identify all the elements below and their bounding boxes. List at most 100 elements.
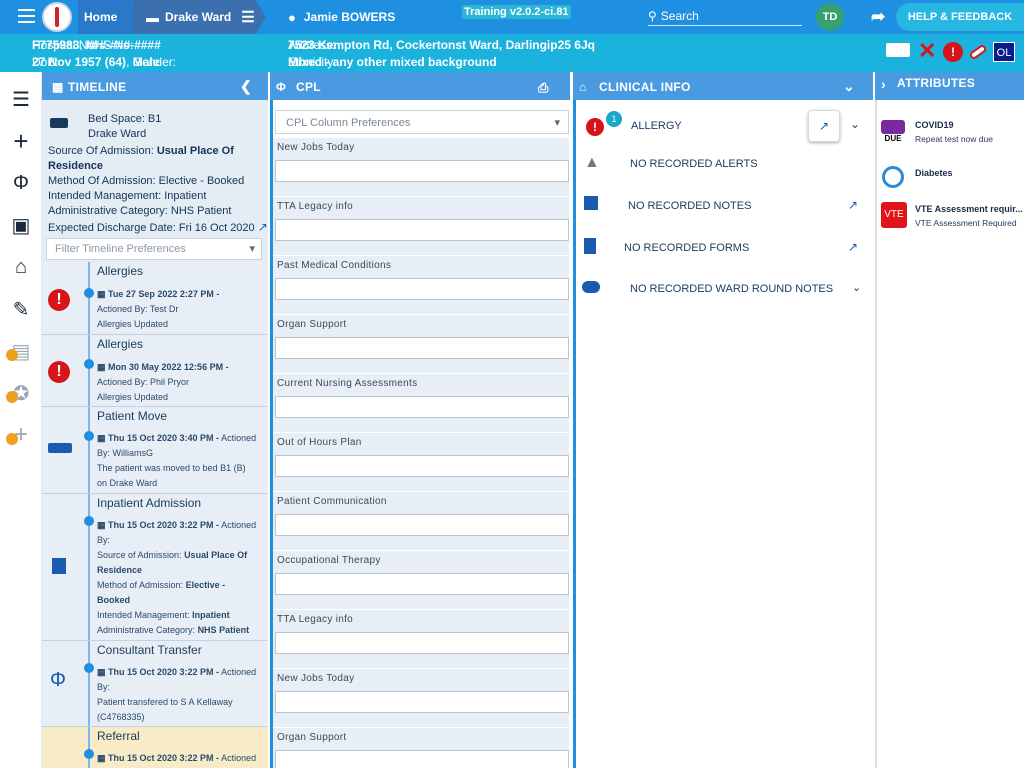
logout-icon[interactable]: ➦ xyxy=(871,7,885,27)
bed-icon xyxy=(48,443,72,453)
search-field[interactable]: ⚲ Search xyxy=(648,6,802,26)
chevron-down-icon[interactable]: ⌄ xyxy=(850,117,860,131)
cpl-section-textarea[interactable] xyxy=(275,219,569,241)
attribute-vte[interactable]: VTE VTE Assessment requir... VTE Assessm… xyxy=(877,198,1024,242)
cpl-section-label: Past Medical Conditions xyxy=(277,260,392,271)
timeline-filter-select[interactable]: Filter Timeline Preferences ▾ xyxy=(46,238,262,260)
print-icon[interactable]: ⎙ xyxy=(538,80,549,96)
notes-row[interactable]: NO RECORDED NOTES ↗ xyxy=(576,186,873,226)
chat-icon xyxy=(582,281,600,293)
forms-row[interactable]: NO RECORDED FORMS ↗ xyxy=(576,228,873,268)
calendar-icon: ▦ xyxy=(52,80,64,94)
stethoscope-icon[interactable]: Φ xyxy=(6,168,36,198)
attribute-covid[interactable]: DUE COVID19 Repeat test now due xyxy=(877,114,1024,158)
cpl-section: Out of Hours Plan xyxy=(273,433,569,491)
cpl-section: Current Nursing Assessments xyxy=(273,374,569,432)
bed-icon: ▬ xyxy=(146,9,159,25)
timeline-event[interactable]: Φ Consultant Transfer ▦ Thu 15 Oct 2020 … xyxy=(42,641,268,727)
caret-down-icon: ▾ xyxy=(554,117,560,129)
warning-icon: ▲ xyxy=(584,154,600,171)
chevron-down-icon[interactable]: ⌄ xyxy=(852,281,861,294)
cpl-column-select[interactable]: CPL Column Preferences ▾ xyxy=(275,110,569,134)
menu-icon[interactable] xyxy=(18,9,35,23)
external-link-icon[interactable]: ↗ xyxy=(848,198,858,212)
cpl-section-label: TTA Legacy info xyxy=(277,614,354,625)
hospital-icon xyxy=(52,558,66,574)
cpl-section-textarea[interactable] xyxy=(275,160,569,182)
home-icon[interactable]: ⌂ xyxy=(6,252,36,282)
ol-badge[interactable]: OL xyxy=(993,42,1015,62)
allergy-row[interactable]: ! 1 ALLERGY ↗ ⌄ xyxy=(576,106,873,146)
ethnicity: Ethnicity: Mixed - any other mixed backg… xyxy=(288,55,497,69)
ward-breadcrumb[interactable]: ▬ Drake Ward ☰ xyxy=(146,0,255,34)
collapse-left-icon[interactable]: ❮ xyxy=(240,78,252,95)
help-feedback-button[interactable]: HELP & FEEDBACK xyxy=(896,3,1024,31)
timeline-event[interactable]: Inpatient Admission ▦ Thu 15 Oct 2020 3:… xyxy=(42,494,268,641)
lock-icon xyxy=(6,349,18,361)
cpl-section-textarea[interactable] xyxy=(275,455,569,477)
cpl-section-textarea[interactable] xyxy=(275,337,569,359)
cpl-section-textarea[interactable] xyxy=(275,396,569,418)
cpl-section: New Jobs Today xyxy=(273,138,569,196)
diabetes-ring-icon xyxy=(882,166,904,188)
cpl-section-textarea[interactable] xyxy=(275,632,569,654)
cpl-section-textarea[interactable] xyxy=(275,278,569,300)
patient-breadcrumb[interactable]: ● Jamie BOWERS xyxy=(288,0,395,34)
app-logo xyxy=(42,2,72,32)
camera-icon[interactable]: ▣ xyxy=(6,210,36,240)
patient-banner: Hospital No: F775983, NHS No: ###-###-##… xyxy=(0,34,1024,72)
cpl-section-label: Current Nursing Assessments xyxy=(277,378,418,389)
cpl-section-label: New Jobs Today xyxy=(277,673,355,684)
cpl-section-textarea[interactable] xyxy=(275,573,569,595)
timeline-header: ▦ TIMELINE ❮ xyxy=(42,72,268,100)
form-icon xyxy=(584,238,596,254)
alert-icon[interactable]: ! xyxy=(943,42,963,62)
user-avatar[interactable]: TD xyxy=(816,3,844,31)
list-view-icon[interactable]: ☰ xyxy=(6,84,36,114)
top-bar: Home ▬ Drake Ward ☰ ● Jamie BOWERS Train… xyxy=(0,0,1024,34)
bed-status-icon[interactable] xyxy=(886,43,910,57)
cpl-section-textarea[interactable] xyxy=(275,750,569,768)
chevron-down-icon[interactable]: ⌄ xyxy=(843,78,855,95)
timeline-event[interactable]: Referral ▦ Thu 15 Oct 2020 3:22 PM - Act… xyxy=(42,727,268,768)
clinical-header: ⌂ CLINICAL INFO ⌄ xyxy=(573,72,873,100)
clinical-info-panel: ! 1 ALLERGY ↗ ⌄ ▲ NO RECORDED ALERTS NO … xyxy=(573,100,873,768)
notes-icon xyxy=(584,196,598,210)
alert-icon: ! xyxy=(48,361,70,383)
chevron-right-icon[interactable]: › xyxy=(881,76,886,92)
side-nav: ☰ + Φ ▣ ⌂ ✎ ▤ ✪ + xyxy=(0,72,42,768)
cpl-header: Φ CPL ⎙ xyxy=(270,72,570,100)
caret-down-icon: ▾ xyxy=(249,243,255,255)
cpl-section-textarea[interactable] xyxy=(275,514,569,536)
cpl-section: Occupational Therapy xyxy=(273,551,569,609)
document-edit-icon[interactable]: ✎ xyxy=(6,294,36,324)
add-icon[interactable]: + xyxy=(6,126,36,156)
address: Address: 7523 Kempton Rd, Cockertonst Wa… xyxy=(288,38,595,52)
list-icon[interactable]: ☰ xyxy=(241,8,254,26)
timeline-event[interactable]: Patient Move ▦ Thu 15 Oct 2020 3:40 PM -… xyxy=(42,407,268,494)
timeline-event[interactable]: ! Allergies ▦ Mon 30 May 2022 12:56 PM -… xyxy=(42,335,268,407)
cpl-section-textarea[interactable] xyxy=(275,691,569,713)
cpl-section-label: Organ Support xyxy=(277,732,347,743)
external-link-icon[interactable]: ↗ xyxy=(848,240,858,254)
lock-icon xyxy=(6,391,18,403)
cross-icon[interactable]: ✕ xyxy=(918,38,936,64)
home-header-icon: ⌂ xyxy=(579,80,587,94)
home-breadcrumb[interactable]: Home xyxy=(84,0,117,34)
external-link-icon[interactable]: ↗ xyxy=(258,220,268,234)
cpl-title: CPL xyxy=(296,80,321,94)
search-icon: ⚲ xyxy=(648,8,657,23)
ward-round-row[interactable]: NO RECORDED WARD ROUND NOTES ⌄ xyxy=(576,269,873,309)
attributes-header: › ATTRIBUTES xyxy=(875,72,1024,100)
cpl-section: Organ Support xyxy=(273,315,569,373)
cpl-section: TTA Legacy info xyxy=(273,197,569,255)
alerts-row[interactable]: ▲ NO RECORDED ALERTS xyxy=(576,144,873,184)
external-link-button[interactable]: ↗ xyxy=(808,110,840,142)
medication-icon[interactable] xyxy=(968,43,988,61)
alert-icon: ! xyxy=(586,118,604,136)
lock-icon xyxy=(6,433,18,445)
cpl-section-label: New Jobs Today xyxy=(277,142,355,153)
cpl-section-label: TTA Legacy info xyxy=(277,201,354,212)
stethoscope-header-icon: Φ xyxy=(276,80,287,94)
timeline-event[interactable]: ! Allergies ▦ Tue 27 Sep 2022 2:27 PM - … xyxy=(42,262,268,335)
